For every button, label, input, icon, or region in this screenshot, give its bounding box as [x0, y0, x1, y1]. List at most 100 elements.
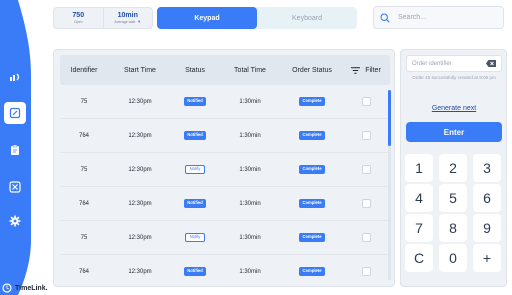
column-start-time[interactable]: Start Time [108, 67, 172, 74]
table-row[interactable]: 75 12:30pm Notified 1:30min Complete [60, 85, 390, 119]
row-checkbox[interactable] [361, 97, 371, 106]
queue-stats: 750 Open 10min Average wait ▼ [53, 7, 153, 29]
search-icon [380, 12, 390, 23]
keypad-tab[interactable]: Keypad [157, 7, 257, 29]
filter-icon [351, 66, 361, 74]
brand-logo: TimeLink. [2, 283, 48, 293]
cell-status: Notified [172, 199, 218, 208]
cell-status: Notified [172, 131, 218, 140]
key-5[interactable]: 5 [439, 184, 467, 212]
search-input[interactable]: Search... [373, 6, 504, 29]
column-order-status[interactable]: Order Status [282, 67, 342, 74]
table-row[interactable]: 764 12:30pm Notified 1:30min Complete [60, 255, 390, 286]
key-9[interactable]: 9 [473, 214, 501, 242]
cell-start-time: 12:30pm [128, 132, 152, 139]
generate-next-link[interactable]: Generate next [406, 105, 502, 112]
column-identifier[interactable]: Identifier [60, 67, 108, 74]
column-total-time[interactable]: Total Time [218, 67, 282, 74]
order-identifier-placeholder: Order identifier [412, 60, 452, 67]
cell-total-time: 1:30min [239, 200, 261, 207]
key-0[interactable]: 0 [439, 244, 467, 272]
average-wait-value: 10min [117, 12, 138, 19]
sidebar-item-broadcast[interactable] [4, 66, 26, 88]
order-status-badge: Complete [299, 131, 325, 140]
cell-total-time: 1:30min [239, 166, 261, 173]
column-status[interactable]: Status [172, 67, 218, 74]
key-1[interactable]: 1 [405, 154, 433, 182]
edit-icon [9, 107, 21, 119]
cell-order-status: Complete [282, 267, 342, 276]
orders-table: Identifier Start Time Status Total Time … [53, 49, 395, 287]
brand-name: TimeLink. [15, 284, 48, 292]
cell-start-time: 12:30pm [128, 200, 152, 207]
gear-icon [9, 215, 21, 227]
filter-button[interactable]: Filter [342, 67, 390, 74]
row-checkbox[interactable] [361, 165, 371, 174]
cell-start-time: 12:30pm [128, 98, 152, 105]
cell-select [342, 233, 390, 242]
key-7[interactable]: 7 [405, 214, 433, 242]
cell-order-status: Complete [282, 165, 342, 174]
cell-start-time: 12:30pm [128, 166, 152, 173]
cell-select [342, 97, 390, 106]
cell-total-time: 1:30min [239, 268, 261, 275]
filter-label: Filter [365, 66, 381, 74]
status-badge[interactable]: Notified [184, 131, 206, 140]
table-scrollbar[interactable] [388, 90, 391, 280]
broadcast-icon [10, 73, 20, 81]
order-status-badge: Complete [299, 97, 325, 106]
cell-identifier: 764 [78, 132, 89, 139]
notify-button[interactable]: Notify [184, 164, 206, 175]
average-wait[interactable]: 10min Average wait ▼ [102, 8, 153, 28]
key-2[interactable]: 2 [439, 154, 467, 182]
row-checkbox[interactable] [361, 131, 371, 140]
search-placeholder: Search... [398, 14, 427, 21]
status-badge[interactable]: Notified [184, 199, 206, 208]
sidebar-item-clipboard[interactable] [4, 139, 26, 161]
key-clear[interactable]: C [405, 244, 433, 272]
average-wait-label: Average wait [114, 20, 136, 24]
status-badge[interactable]: Notified [184, 97, 206, 106]
cell-status: Notify [172, 164, 218, 175]
table-row[interactable]: 75 12:30pm Notify 1:30min Complete [60, 153, 390, 187]
clock-icon [2, 283, 12, 293]
cell-order-status: Complete [282, 233, 342, 242]
sidebar-item-dashboard[interactable] [4, 176, 26, 198]
table-row[interactable]: 764 12:30pm Notified 1:30min Complete [60, 119, 390, 153]
row-checkbox[interactable] [361, 199, 371, 208]
cell-total-time: 1:30min [239, 132, 261, 139]
table-row[interactable]: 75 12:30pm Notify 1:30min Complete [60, 221, 390, 255]
order-status-badge: Complete [299, 267, 325, 276]
open-count: 750 Open [54, 8, 103, 28]
key-3[interactable]: 3 [473, 154, 501, 182]
keyboard-tab[interactable]: Keyboard [257, 7, 357, 29]
key-4[interactable]: 4 [405, 184, 433, 212]
table-row[interactable]: 764 12:30pm Notified 1:30min Complete [60, 187, 390, 221]
order-identifier-input[interactable]: Order identifier [406, 55, 502, 72]
key-plus[interactable]: + [473, 244, 501, 272]
cell-order-status: Complete [282, 131, 342, 140]
cell-status: Notified [172, 97, 218, 106]
cell-total-time: 1:30min [239, 234, 261, 241]
enter-button[interactable]: Enter [406, 122, 502, 142]
cell-identifier: 764 [78, 200, 89, 207]
order-status-badge: Complete [299, 199, 325, 208]
cell-status: Notified [172, 267, 218, 276]
row-checkbox[interactable] [361, 267, 371, 276]
backspace-icon[interactable] [486, 60, 496, 67]
input-mode-toggle: Keypad Keyboard [157, 7, 357, 29]
clipboard-icon [11, 144, 19, 155]
notify-button[interactable]: Notify [184, 232, 206, 243]
sidebar-item-edit[interactable] [4, 102, 26, 124]
open-count-label: Open [73, 20, 83, 24]
sidebar-item-settings[interactable] [4, 210, 26, 232]
open-count-value: 750 [72, 12, 85, 19]
row-checkbox[interactable] [361, 233, 371, 242]
key-6[interactable]: 6 [473, 184, 501, 212]
cell-select [342, 165, 390, 174]
cell-total-time: 1:30min [239, 98, 261, 105]
status-badge[interactable]: Notified [184, 267, 206, 276]
scrollbar-thumb[interactable] [388, 90, 391, 146]
key-8[interactable]: 8 [439, 214, 467, 242]
cell-start-time: 12:30pm [128, 268, 152, 275]
